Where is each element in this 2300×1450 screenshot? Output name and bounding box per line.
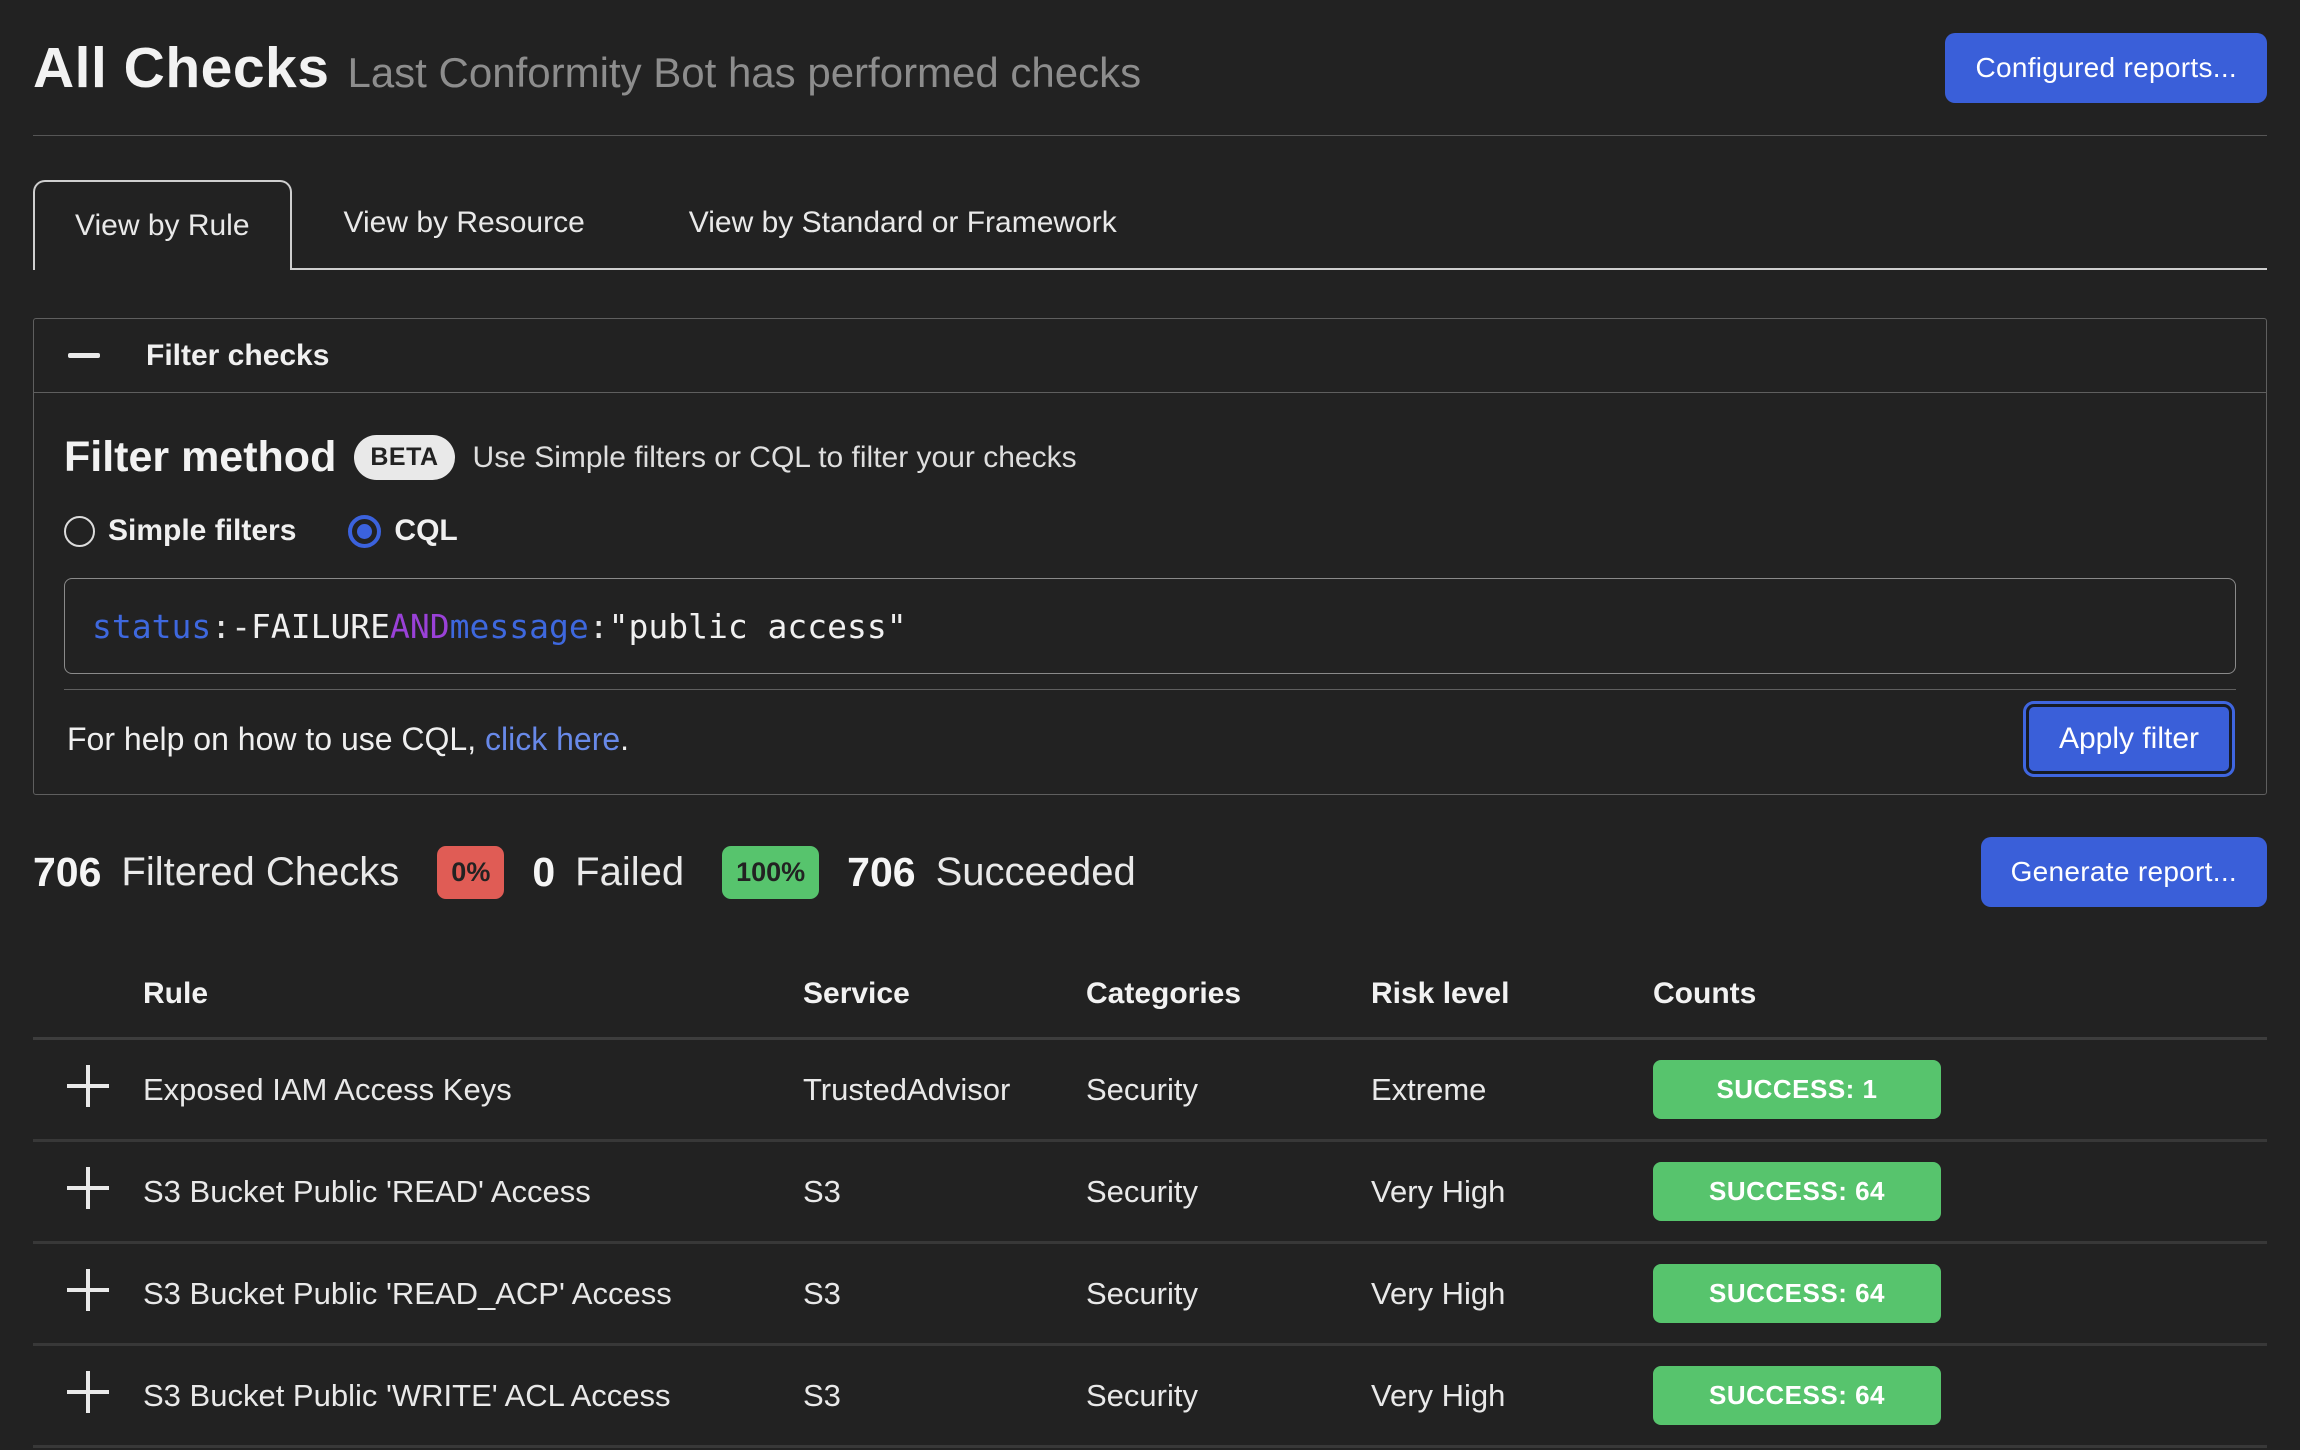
rule-cell: Exposed IAM Access Keys	[143, 1039, 803, 1141]
categories-cell: Security	[1086, 1141, 1371, 1243]
filter-checks-title: Filter checks	[146, 339, 329, 373]
failed-label: Failed	[575, 850, 684, 895]
filtered-label: Filtered Checks	[121, 850, 399, 895]
radio-simple-filters-label: Simple filters	[108, 514, 296, 548]
view-tabs: View by Rule View by Resource View by St…	[33, 178, 2267, 270]
cql-token: :	[589, 607, 609, 646]
column-header-categories: Categories	[1086, 953, 1371, 1039]
radio-selected-icon[interactable]	[348, 515, 381, 548]
cql-token: :-	[211, 607, 251, 646]
table-row: Exposed IAM Access Keys TrustedAdvisor S…	[33, 1039, 2267, 1141]
succeeded-count: 706	[847, 849, 915, 896]
rule-cell: S3 Bucket Public 'READ_ACP' Access	[143, 1243, 803, 1345]
filter-method-description: Use Simple filters or CQL to filter your…	[473, 441, 1077, 475]
all-checks-page: All Checks Last Conformity Bot has perfo…	[0, 0, 2300, 1448]
categories-cell: Security	[1086, 1243, 1371, 1345]
service-cell: S3	[803, 1243, 1086, 1345]
help-prefix: For help on how to use CQL,	[67, 721, 485, 757]
risk-level-cell: Very High	[1371, 1243, 1653, 1345]
page-title: All Checks	[33, 35, 329, 101]
rule-cell: S3 Bucket Public 'WRITE' ACL Access	[143, 1345, 803, 1447]
apply-filter-button[interactable]: Apply filter	[2026, 704, 2232, 774]
service-cell: TrustedAdvisor	[803, 1039, 1086, 1141]
success-count-badge[interactable]: SUCCESS: 64	[1653, 1162, 1941, 1221]
cql-query-input[interactable]: status :- FAILURE AND message : "public …	[64, 578, 2236, 674]
summary-stats: 706 Filtered Checks 0% 0 Failed 100% 706…	[33, 846, 1146, 899]
risk-level-cell: Extreme	[1371, 1039, 1653, 1141]
summary-row: 706 Filtered Checks 0% 0 Failed 100% 706…	[33, 837, 2267, 907]
page-header: All Checks Last Conformity Bot has perfo…	[33, 0, 2267, 136]
cql-token: "public access"	[609, 607, 907, 646]
configured-reports-button[interactable]: Configured reports...	[1945, 33, 2267, 103]
generate-report-button[interactable]: Generate report...	[1981, 837, 2267, 907]
filter-method-heading: Filter method	[64, 433, 336, 482]
succeeded-percent-badge: 100%	[722, 846, 819, 899]
service-cell: S3	[803, 1141, 1086, 1243]
collapse-minus-icon[interactable]	[68, 353, 100, 358]
tab-view-by-rule[interactable]: View by Rule	[33, 180, 292, 270]
tab-view-by-standard-or-framework[interactable]: View by Standard or Framework	[637, 178, 1169, 268]
column-header-counts: Counts	[1653, 953, 2267, 1039]
radio-cql-label: CQL	[394, 514, 457, 548]
expand-column-header	[33, 953, 143, 1039]
cql-help-text: For help on how to use CQL, click here.	[64, 721, 629, 758]
categories-cell: Security	[1086, 1345, 1371, 1447]
risk-level-cell: Very High	[1371, 1141, 1653, 1243]
success-count-badge[interactable]: SUCCESS: 1	[1653, 1060, 1941, 1119]
rule-cell: S3 Bucket Public 'READ' Access	[143, 1141, 803, 1243]
expand-plus-icon[interactable]	[67, 1269, 109, 1311]
succeeded-label: Succeeded	[936, 850, 1136, 895]
filter-method-line: Filter method BETA Use Simple filters or…	[64, 433, 2236, 482]
radio-simple-filters[interactable]: Simple filters	[64, 514, 296, 548]
table-row: S3 Bucket Public 'WRITE' ACL Access S3 S…	[33, 1345, 2267, 1447]
categories-cell: Security	[1086, 1039, 1371, 1141]
cql-token: message	[450, 607, 589, 646]
checks-table: Rule Service Categories Risk level Count…	[33, 953, 2267, 1448]
column-header-service: Service	[803, 953, 1086, 1039]
column-header-rule: Rule	[143, 953, 803, 1039]
expand-plus-icon[interactable]	[67, 1065, 109, 1107]
help-suffix: .	[620, 721, 629, 757]
failed-count: 0	[532, 849, 555, 896]
beta-badge: BETA	[354, 435, 454, 480]
risk-level-cell: Very High	[1371, 1345, 1653, 1447]
cql-token: status	[92, 607, 211, 646]
expand-plus-icon[interactable]	[67, 1371, 109, 1413]
table-row: S3 Bucket Public 'READ' Access S3 Securi…	[33, 1141, 2267, 1243]
failed-percent-badge: 0%	[437, 846, 504, 899]
table-row: S3 Bucket Public 'READ_ACP' Access S3 Se…	[33, 1243, 2267, 1345]
tab-view-by-resource[interactable]: View by Resource	[292, 178, 637, 268]
expand-plus-icon[interactable]	[67, 1167, 109, 1209]
filter-method-radios: Simple filters CQL	[64, 514, 2236, 548]
help-row: For help on how to use CQL, click here. …	[64, 690, 2236, 794]
cql-token: FAILURE	[251, 607, 390, 646]
filter-checks-body: Filter method BETA Use Simple filters or…	[34, 393, 2266, 794]
radio-unselected-icon[interactable]	[64, 516, 95, 547]
success-count-badge[interactable]: SUCCESS: 64	[1653, 1366, 1941, 1425]
radio-cql[interactable]: CQL	[348, 514, 457, 548]
success-count-badge[interactable]: SUCCESS: 64	[1653, 1264, 1941, 1323]
filtered-count: 706	[33, 849, 101, 896]
service-cell: S3	[803, 1345, 1086, 1447]
column-header-risk-level: Risk level	[1371, 953, 1653, 1039]
cql-help-link[interactable]: click here	[485, 721, 620, 757]
table-header-row: Rule Service Categories Risk level Count…	[33, 953, 2267, 1039]
filter-checks-panel: Filter checks Filter method BETA Use Sim…	[33, 318, 2267, 795]
filter-checks-header[interactable]: Filter checks	[34, 319, 2266, 393]
title-wrap: All Checks Last Conformity Bot has perfo…	[33, 35, 1141, 101]
page-subtitle: Last Conformity Bot has performed checks	[347, 49, 1141, 97]
cql-token: AND	[390, 607, 450, 646]
